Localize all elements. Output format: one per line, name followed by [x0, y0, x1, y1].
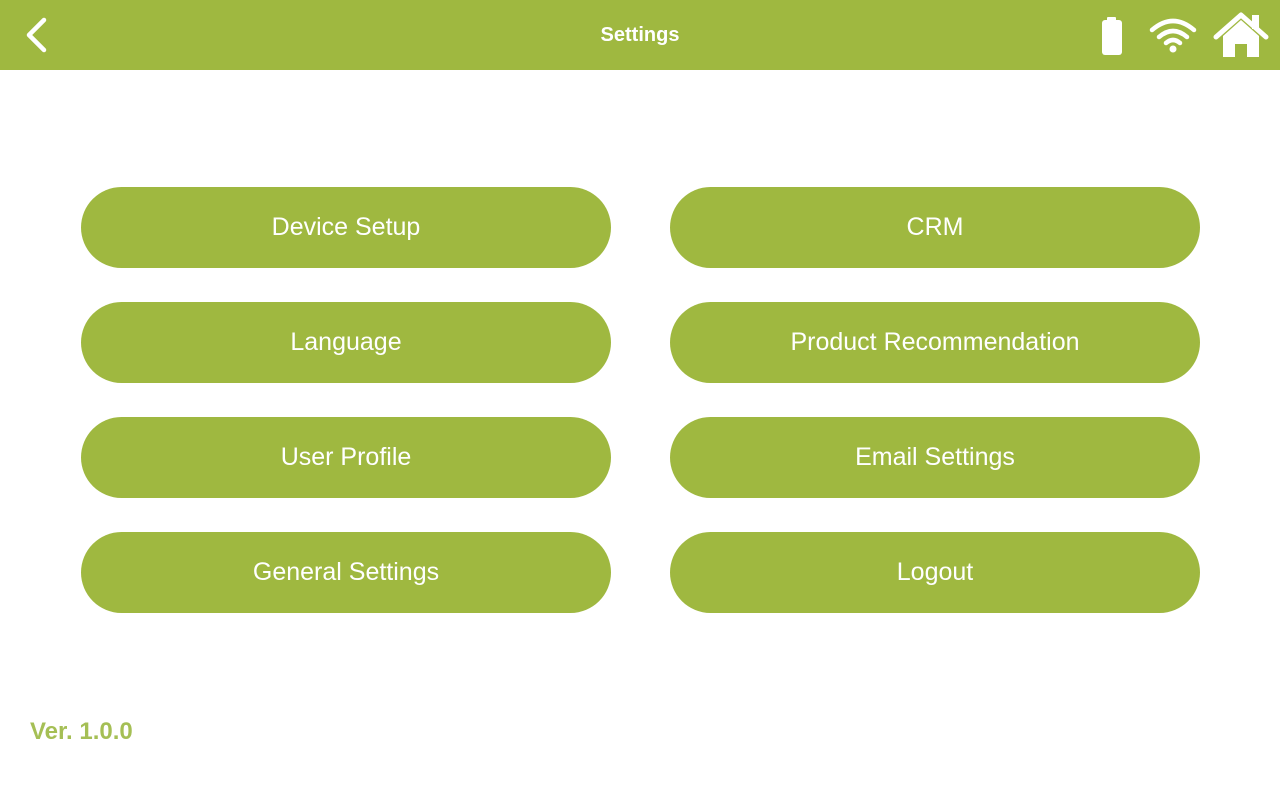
product-recommendation-button[interactable]: Product Recommendation — [670, 302, 1200, 383]
chevron-left-icon — [26, 17, 47, 53]
home-button[interactable] — [1212, 12, 1270, 60]
email-settings-button[interactable]: Email Settings — [670, 417, 1200, 498]
home-icon — [1213, 12, 1269, 57]
top-bar: Settings — [0, 0, 1280, 70]
crm-button[interactable]: CRM — [670, 187, 1200, 268]
version-label: Ver. 1.0.0 — [30, 718, 133, 745]
device-setup-button[interactable]: Device Setup — [81, 187, 611, 268]
general-settings-button[interactable]: General Settings — [81, 532, 611, 613]
language-button[interactable]: Language — [81, 302, 611, 383]
back-button[interactable] — [18, 14, 58, 56]
user-profile-button[interactable]: User Profile — [81, 417, 611, 498]
logout-button[interactable]: Logout — [670, 532, 1200, 613]
wifi-icon — [1148, 16, 1198, 56]
page-title: Settings — [600, 24, 680, 46]
battery-icon — [1100, 17, 1124, 57]
